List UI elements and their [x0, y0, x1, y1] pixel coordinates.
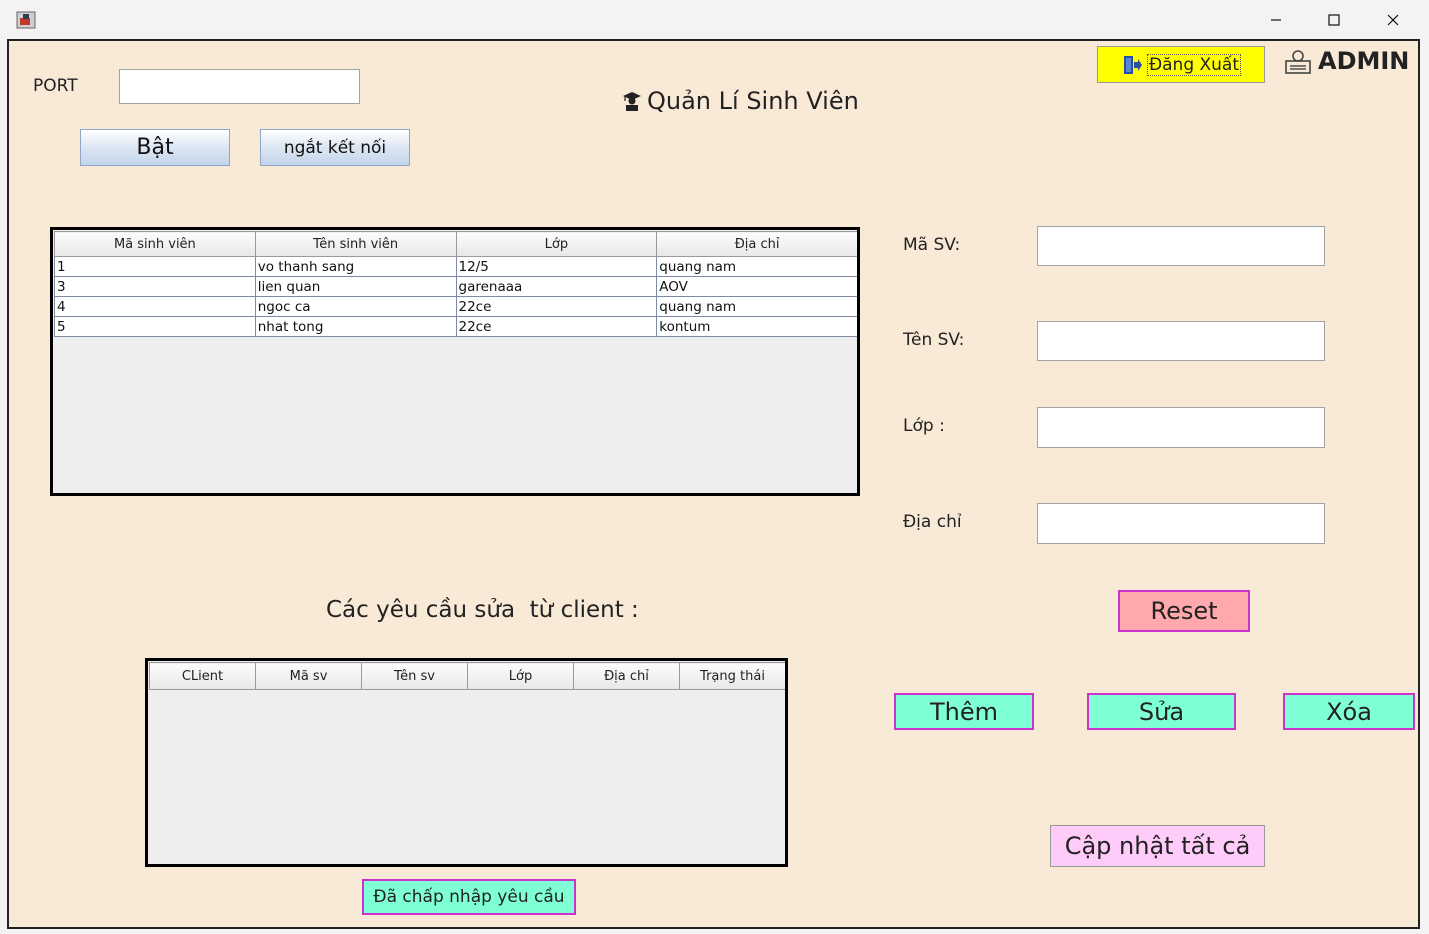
col-header-ten[interactable]: Tên sinh viên — [254, 231, 457, 257]
col-header-diachi[interactable]: Địa chỉ — [656, 231, 857, 257]
port-input[interactable] — [119, 69, 360, 104]
table-row[interactable]: 1 vo thanh sang 12/5 quang nam — [54, 256, 857, 277]
reset-button[interactable]: Reset — [1118, 590, 1250, 632]
add-button[interactable]: Thêm — [894, 693, 1034, 730]
dia-chi-input[interactable] — [1037, 503, 1325, 544]
window-titlebar — [0, 0, 1429, 39]
maximize-icon — [1328, 13, 1340, 26]
student-icon — [623, 92, 641, 111]
port-label: PORT — [33, 76, 78, 96]
col-header-client[interactable]: CLient — [149, 662, 256, 690]
requests-table-container: CLient Mã sv Tên sv Lớp Địa chỉ Trạng th… — [145, 658, 788, 867]
table-cell[interactable]: quang nam — [656, 296, 857, 317]
students-table: Mã sinh viên Tên sinh viên Lớp Địa chỉ 1… — [54, 231, 857, 337]
minimize-icon — [1271, 18, 1281, 21]
table-cell[interactable]: 4 — [54, 296, 256, 317]
dia-chi-label: Địa chỉ — [903, 512, 962, 532]
user-badge: ADMIN — [1283, 47, 1409, 75]
close-icon — [1387, 14, 1399, 25]
table-cell[interactable]: 22ce — [455, 296, 658, 317]
ma-sv-label: Mã SV: — [903, 235, 961, 255]
page-title-group: Quản Lí Sinh Viên — [621, 87, 859, 115]
col-header-lop[interactable]: Lớp — [467, 662, 574, 690]
table-cell[interactable]: 5 — [54, 316, 256, 337]
logout-label: Đăng Xuất — [1146, 53, 1242, 76]
page-title: Quản Lí Sinh Viên — [647, 87, 859, 115]
col-header-dia-chi[interactable]: Địa chỉ — [573, 662, 680, 690]
table-cell[interactable]: nhat tong — [254, 316, 457, 337]
col-header-ma[interactable]: Mã sinh viên — [54, 231, 256, 257]
requests-table: CLient Mã sv Tên sv Lớp Địa chỉ Trạng th… — [149, 662, 785, 690]
table-row[interactable]: 4 ngoc ca 22ce quang nam — [54, 296, 857, 317]
ten-sv-label: Tên SV: — [903, 330, 965, 350]
logout-button[interactable]: Đăng Xuất — [1097, 46, 1265, 83]
ma-sv-input[interactable] — [1037, 226, 1325, 266]
col-header-lop[interactable]: Lớp — [455, 231, 658, 257]
col-header-trang-thai[interactable]: Trạng thái — [679, 662, 785, 690]
col-header-ma-sv[interactable]: Mã sv — [255, 662, 362, 690]
maximize-button[interactable] — [1305, 0, 1363, 39]
table-cell[interactable]: lien quan — [254, 276, 457, 297]
table-row[interactable]: 3 lien quan garenaaa AOV — [54, 276, 857, 297]
lop-input[interactable] — [1037, 407, 1325, 448]
main-panel: PORT Bật ngắt kết nối Quản Lí Sinh Viên … — [7, 39, 1420, 929]
user-label: ADMIN — [1318, 47, 1410, 75]
ten-sv-input[interactable] — [1037, 321, 1325, 361]
minimize-button[interactable] — [1247, 0, 1305, 39]
admin-icon — [1285, 50, 1311, 74]
accept-request-button[interactable]: Đã chấp nhập yêu cầu — [362, 879, 576, 915]
table-cell[interactable]: 1 — [54, 256, 256, 277]
table-cell[interactable]: AOV — [656, 276, 857, 297]
table-cell[interactable]: vo thanh sang — [254, 256, 457, 277]
table-cell[interactable]: 12/5 — [455, 256, 658, 277]
table-cell[interactable]: ngoc ca — [254, 296, 457, 317]
table-cell[interactable]: garenaaa — [455, 276, 658, 297]
table-cell[interactable]: 3 — [54, 276, 256, 297]
table-cell[interactable]: kontum — [656, 316, 857, 337]
update-all-button[interactable]: Cập nhật tất cả — [1050, 825, 1265, 867]
col-header-ten-sv[interactable]: Tên sv — [361, 662, 468, 690]
edit-button[interactable]: Sửa — [1087, 693, 1236, 730]
start-server-button[interactable]: Bật — [80, 129, 230, 166]
close-button[interactable] — [1364, 0, 1422, 39]
disconnect-button[interactable]: ngắt kết nối — [260, 129, 410, 166]
table-cell[interactable]: 22ce — [455, 316, 658, 337]
students-table-container: Mã sinh viên Tên sinh viên Lớp Địa chỉ 1… — [50, 227, 860, 496]
requests-title: Các yêu cầu sửa từ client : — [326, 597, 639, 623]
logout-icon — [1123, 55, 1142, 74]
java-app-icon — [16, 11, 36, 29]
delete-button[interactable]: Xóa — [1283, 693, 1415, 730]
table-cell[interactable]: quang nam — [656, 256, 857, 277]
lop-label: Lớp : — [903, 416, 945, 436]
table-row[interactable]: 5 nhat tong 22ce kontum — [54, 316, 857, 337]
